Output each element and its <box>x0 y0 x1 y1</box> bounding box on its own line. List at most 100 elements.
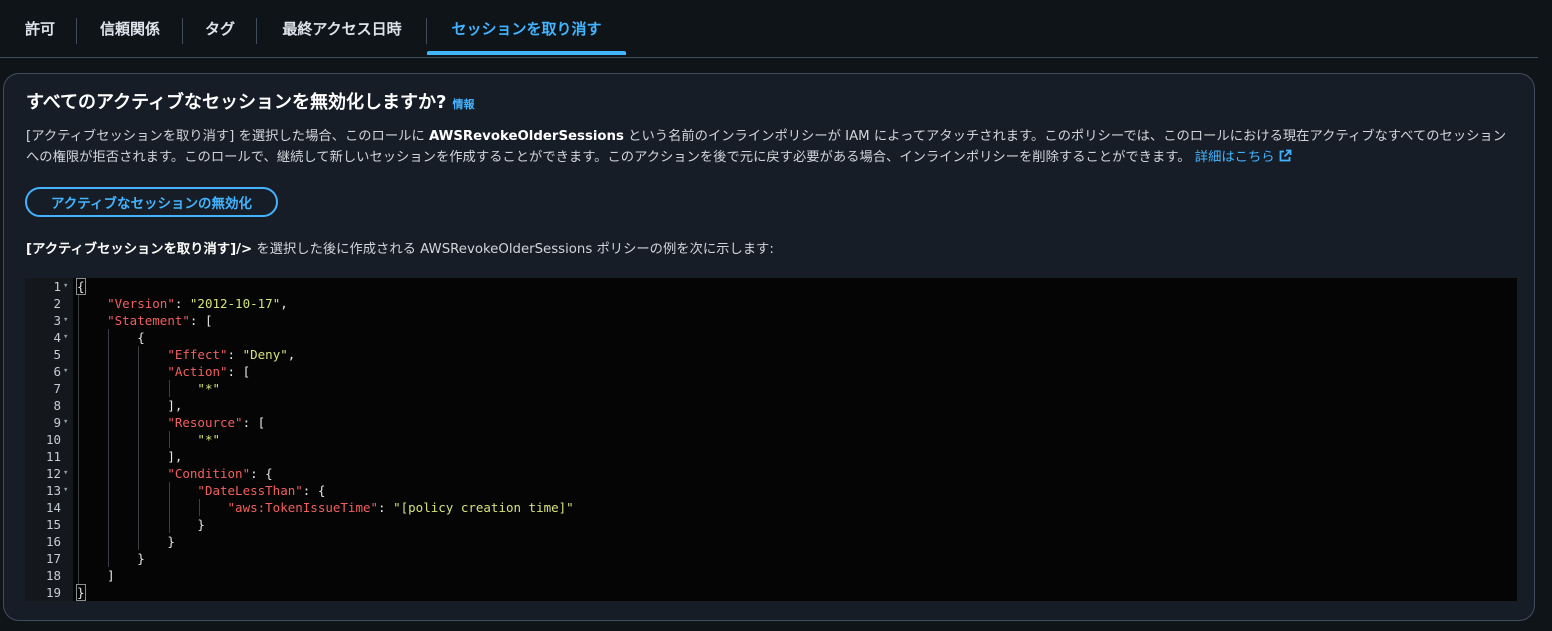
fold-arrow-icon[interactable]: ▾ <box>63 414 68 431</box>
line-number: 9 <box>53 415 61 430</box>
json-string: "[policy creation time]" <box>393 500 574 515</box>
code-text: "Action": [ <box>77 363 250 380</box>
code-text: } <box>77 533 175 550</box>
fold-arrow-icon[interactable]: ▾ <box>63 465 68 482</box>
indent-guide <box>78 295 79 312</box>
json-punctuation: { <box>76 278 86 295</box>
indent-guide <box>108 516 110 533</box>
fold-arrow-icon[interactable]: ▾ <box>63 278 68 295</box>
line-number: 17 <box>45 551 61 566</box>
indent-guide <box>168 431 170 448</box>
code-line: 19} <box>25 584 1517 601</box>
code-line: 2 "Version": "2012-10-17", <box>25 295 1517 312</box>
line-number: 7 <box>53 381 61 396</box>
json-punctuation: : [ <box>227 364 251 379</box>
json-punctuation: : { <box>250 466 273 481</box>
json-key: "aws:TokenIssueTime" <box>227 500 379 515</box>
code-text: "Condition": { <box>77 465 273 482</box>
indent-guide <box>108 397 110 414</box>
indent-guide <box>78 448 79 465</box>
code-text: "*" <box>77 380 220 397</box>
indent-guide <box>138 346 140 363</box>
code-line: 10 "*" <box>25 431 1517 448</box>
json-key: "Resource" <box>167 415 243 430</box>
indent-guide <box>138 363 140 380</box>
indent-guide <box>168 499 170 516</box>
json-string: "*" <box>197 432 220 447</box>
code-text: "Effect": "Deny", <box>77 346 295 363</box>
indent-guide <box>108 533 110 550</box>
indent-guide <box>78 533 79 550</box>
indent-guide <box>198 499 200 516</box>
line-number: 12 <box>45 466 61 481</box>
indent-guide <box>108 448 110 465</box>
json-punctuation: { <box>137 330 145 345</box>
indent-guide <box>108 465 110 482</box>
json-punctuation: } <box>197 517 205 532</box>
fold-arrow-icon[interactable]: ▾ <box>63 482 68 499</box>
tab-tags[interactable]: タグ <box>198 0 242 56</box>
json-key: "Action" <box>167 364 228 379</box>
tab-revoke-sessions[interactable]: セッションを取り消す <box>427 0 626 56</box>
indent-guide <box>78 414 79 431</box>
code-text: "aws:TokenIssueTime": "[policy creation … <box>77 499 574 516</box>
indent-guide <box>138 533 140 550</box>
tab-divider <box>256 18 257 44</box>
line-number: 8 <box>53 398 61 413</box>
tab-bar: 許可 信頼関係 タグ 最終アクセス日時 セッションを取り消す <box>0 0 1538 58</box>
line-number: 16 <box>45 534 61 549</box>
fold-arrow-icon[interactable]: ▾ <box>63 363 68 380</box>
indent-guide <box>108 482 110 499</box>
json-string: "*" <box>197 381 220 396</box>
code-line: 16 } <box>25 533 1517 550</box>
code-line: 14 "aws:TokenIssueTime": "[policy creati… <box>25 499 1517 516</box>
code-line: 6 ▾ "Action": [ <box>25 363 1517 380</box>
indent-guide <box>138 431 140 448</box>
line-number: 11 <box>45 449 61 464</box>
indent-guide <box>108 550 110 567</box>
code-text: ] <box>77 567 115 584</box>
code-line: 4 ▾ { <box>25 329 1517 346</box>
line-number: 14 <box>45 500 61 515</box>
code-line: 18 ] <box>25 567 1517 584</box>
indent-guide <box>168 482 170 499</box>
code-text: ], <box>77 397 182 414</box>
revoke-sessions-panel: すべてのアクティブなセッションを無効化しますか? 情報 [アクティブセッションを取… <box>3 73 1535 621</box>
info-link[interactable]: 情報 <box>452 98 474 111</box>
code-line: 12 ▾ "Condition": { <box>25 465 1517 482</box>
indent-guide <box>78 499 79 516</box>
indent-guide <box>78 431 79 448</box>
tab-last-accessed[interactable]: 最終アクセス日時 <box>272 0 412 56</box>
code-text: "*" <box>77 431 220 448</box>
indent-guide <box>78 346 79 363</box>
indent-guide <box>138 516 140 533</box>
line-number: 4 <box>53 330 61 345</box>
policy-code-editor[interactable]: 1 ▾{2 "Version": "2012-10-17", 3 ▾ "Stateme… <box>25 278 1517 601</box>
json-punctuation: , <box>280 296 288 311</box>
json-punctuation: ] <box>107 568 115 583</box>
fold-arrow-icon[interactable]: ▾ <box>63 329 68 346</box>
external-link-icon <box>1279 149 1291 162</box>
fold-arrow-icon[interactable]: ▾ <box>63 312 68 329</box>
tab-trust-relationships[interactable]: 信頼関係 <box>92 0 168 56</box>
code-text: "Resource": [ <box>77 414 265 431</box>
json-punctuation: , <box>287 347 296 362</box>
code-text: "Version": "2012-10-17", <box>77 295 288 312</box>
line-number: 5 <box>53 347 61 362</box>
code-text: } <box>76 584 86 601</box>
indent-guide <box>108 499 110 516</box>
indent-guide <box>138 414 140 431</box>
tab-permissions[interactable]: 許可 <box>18 0 62 56</box>
panel-title: すべてのアクティブなセッションを無効化しますか? <box>26 92 447 113</box>
indent-guide <box>108 414 110 431</box>
json-punctuation: ], <box>167 398 183 413</box>
indent-guide <box>108 329 110 346</box>
tab-divider <box>182 18 183 44</box>
revoke-active-sessions-button[interactable]: アクティブなセッションの無効化 <box>25 187 278 217</box>
indent-guide <box>78 312 79 329</box>
code-text: ], <box>77 448 182 465</box>
indent-guide <box>78 516 79 533</box>
learn-more-link[interactable]: 詳細はこちら <box>1195 149 1292 165</box>
indent-guide <box>168 380 170 397</box>
json-string: "Deny" <box>242 347 288 362</box>
